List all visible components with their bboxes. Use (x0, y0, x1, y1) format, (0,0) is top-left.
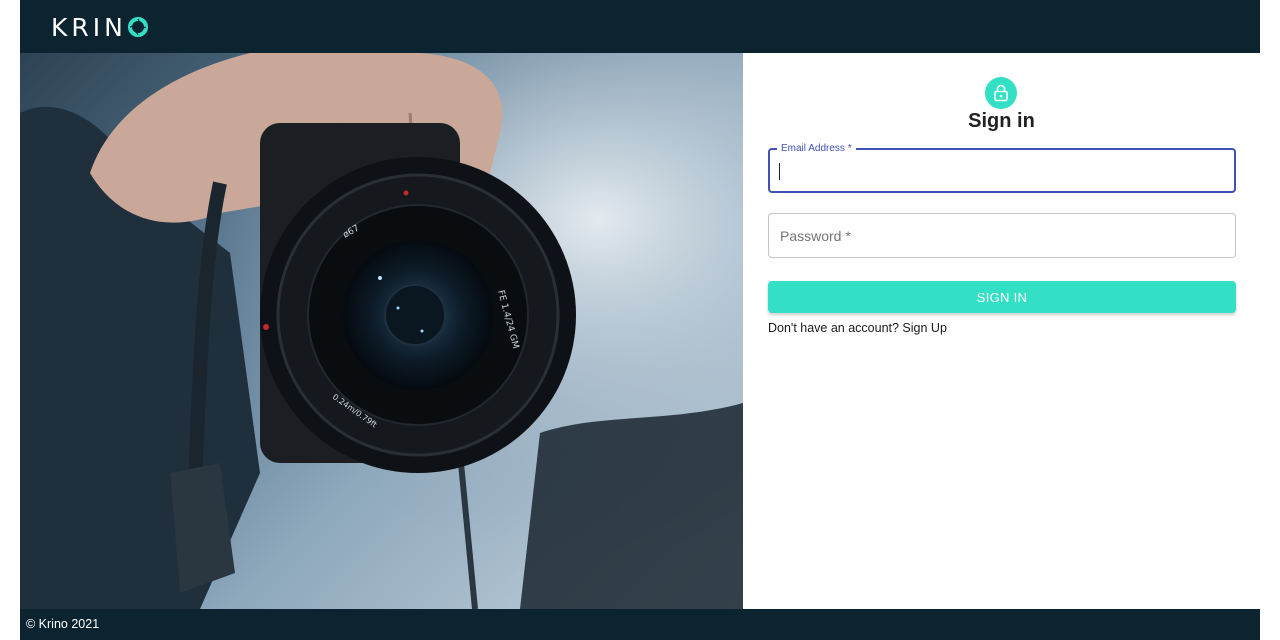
sign-in-panel: Sign in Email Address * Password * SIGN … (743, 53, 1260, 609)
camera-photo-illustration: ø67 FE 1.4/24 GM 0.24m/0.79ft (20, 53, 743, 609)
top-navbar: KRIN (20, 0, 1260, 53)
brand-logo[interactable]: KRIN (51, 12, 148, 42)
sign-in-button[interactable]: SIGN IN (768, 281, 1236, 313)
brand-text: KRIN (51, 12, 127, 42)
app-frame: KRIN ø67 FE 1.4/24 GM 0.24m/0.79ft Sign … (20, 0, 1260, 640)
page-title: Sign in (968, 110, 1035, 132)
hero-camera-image: ø67 FE 1.4/24 GM 0.24m/0.79ft (20, 53, 743, 609)
aperture-o-icon (127, 17, 148, 37)
footer: © Krino 2021 (20, 609, 1260, 640)
text-cursor (779, 163, 780, 180)
lock-icon (985, 77, 1017, 109)
email-field[interactable]: Email Address * (768, 142, 1236, 193)
password-field[interactable]: Password * (768, 213, 1236, 258)
copyright-text: © Krino 2021 (26, 617, 100, 631)
sign-up-link[interactable]: Don't have an account? Sign Up (768, 321, 947, 335)
email-input[interactable] (770, 150, 1234, 191)
password-input[interactable] (769, 214, 1235, 257)
